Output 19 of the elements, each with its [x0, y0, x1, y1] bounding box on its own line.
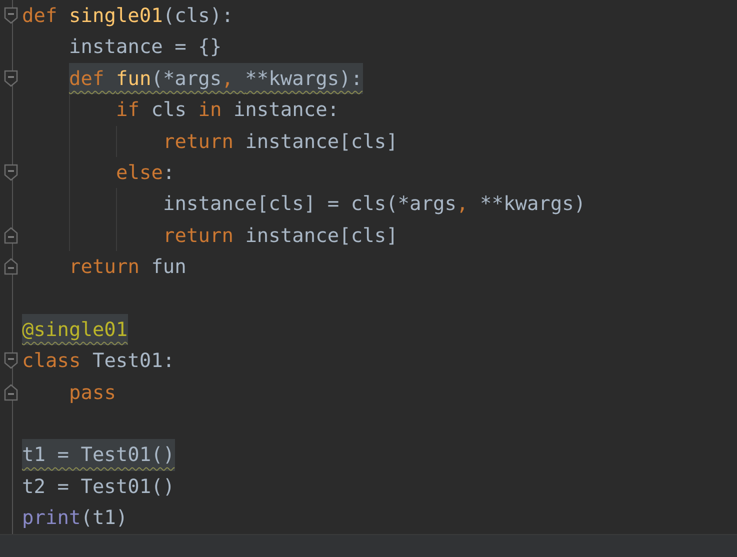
code-line: def single01(cls):: [22, 3, 234, 29]
fold-icon[interactable]: [4, 352, 18, 370]
code-line: instance = {}: [69, 34, 222, 60]
code-line: return instance[cls]: [163, 222, 398, 249]
fold-icon[interactable]: [4, 384, 18, 401]
fold-icon[interactable]: [4, 164, 18, 182]
code-line: pass: [69, 380, 116, 406]
code-line: else:: [116, 160, 175, 186]
code-line: class Test01:: [22, 348, 175, 374]
code-line: print(t1): [22, 505, 128, 532]
code-line: if cls in instance:: [116, 97, 340, 124]
code-line: return instance[cls]: [163, 128, 398, 155]
code-line: return fun: [69, 254, 186, 280]
fold-icon[interactable]: [4, 70, 18, 87]
fold-icon[interactable]: [4, 226, 18, 244]
code-line: instance[cls] = cls(*args, **kwargs): [163, 191, 586, 218]
code-line: t2 = Test01(): [22, 474, 175, 500]
fold-icon[interactable]: [4, 7, 18, 24]
fold-icon[interactable]: [4, 258, 18, 276]
